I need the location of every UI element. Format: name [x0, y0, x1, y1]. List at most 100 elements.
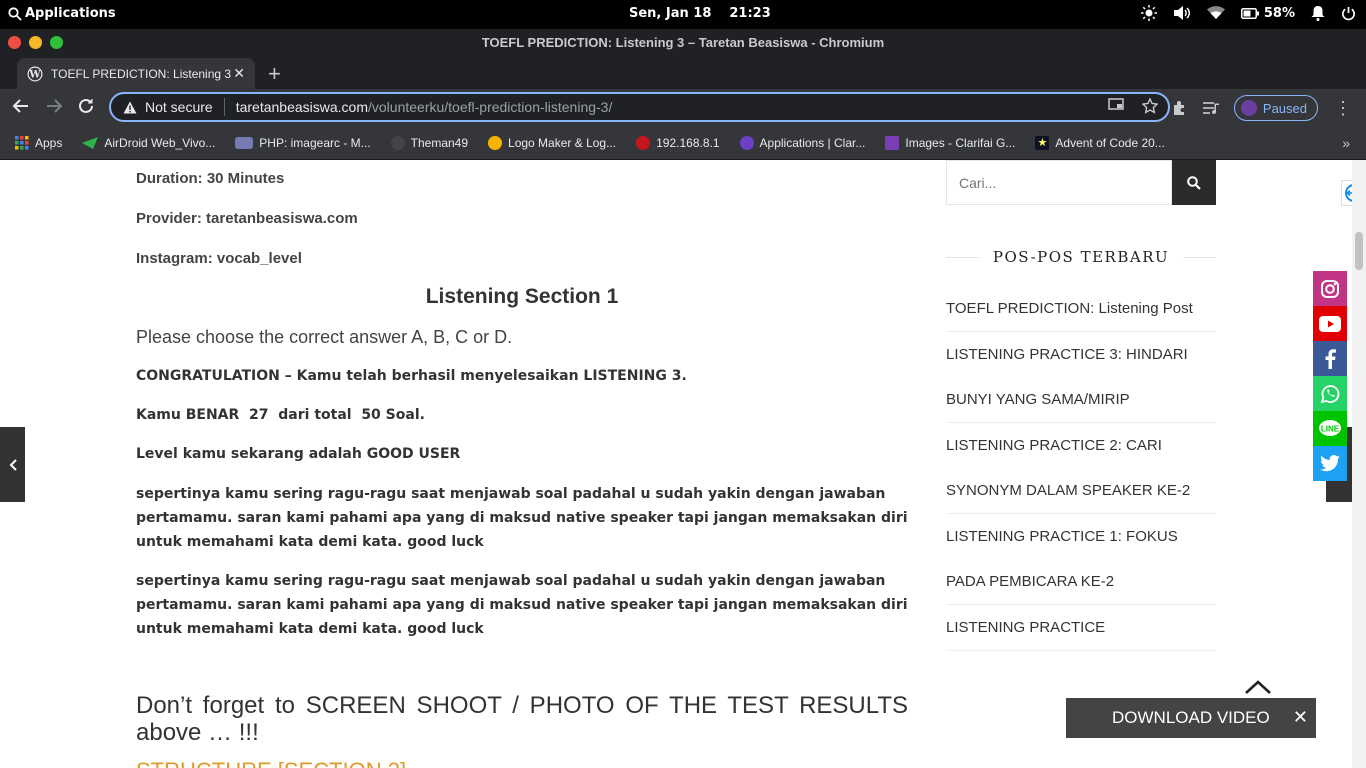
provider-text: Provider: taretanbeasiswa.com: [136, 210, 358, 227]
search-form: [946, 160, 1216, 205]
recent-post-link[interactable]: LISTENING PRACTICE: [946, 605, 1216, 651]
instagram-icon: [1321, 279, 1339, 298]
bookmarks-bar: Apps AirDroid Web_Vivo... PHP: imagearc …: [0, 127, 1366, 160]
congratulation-text: CONGRATULATION – Kamu telah berhasil men…: [136, 368, 687, 384]
whatsapp-share-button[interactable]: [1313, 376, 1347, 411]
bookmark-label: Advent of Code 20...: [1055, 136, 1165, 150]
extensions-puzzle-icon[interactable]: [1172, 100, 1188, 116]
bookmark-label: Logo Maker & Log...: [508, 136, 617, 150]
date-label: Sen, Jan 18: [629, 6, 712, 21]
time-label: 21:23: [729, 6, 771, 21]
previous-post-arrow[interactable]: [0, 427, 25, 502]
search-input[interactable]: [946, 160, 1172, 205]
avatar: [1240, 100, 1257, 116]
recent-post-link[interactable]: LISTENING PRACTICE 3: HINDARI BUNYI YANG…: [946, 332, 1216, 423]
search-icon: [1187, 175, 1201, 190]
line-icon-text: LINE: [1321, 424, 1340, 433]
bookmark-label: PHP: imagearc - M...: [259, 136, 371, 150]
instruction-text: Please choose the correct answer A, B, C…: [136, 327, 513, 347]
close-tab-icon[interactable]: ✕: [233, 65, 245, 82]
reload-button[interactable]: [77, 97, 95, 120]
facebook-icon: [1325, 348, 1336, 369]
new-tab-button[interactable]: +: [268, 61, 281, 87]
svg-text:W: W: [28, 69, 41, 80]
divider: [1183, 256, 1217, 258]
battery-icon: [1240, 7, 1259, 19]
bookmark-php[interactable]: PHP: imagearc - M...: [235, 136, 371, 150]
bookmark-clarifai-images[interactable]: Images - Clarifai G...: [885, 136, 1015, 150]
security-label[interactable]: Not secure: [145, 99, 213, 115]
reload-icon: [79, 98, 93, 113]
browser-menu-icon[interactable]: ⋮: [1334, 98, 1352, 119]
divider: [946, 256, 979, 258]
tab-strip: W TOEFL PREDICTION: Listening 3 ✕ +: [0, 57, 1366, 89]
instagram-share-button[interactable]: [1313, 271, 1347, 306]
bookmark-clarifai-apps[interactable]: Applications | Clar...: [739, 136, 865, 150]
tab-active[interactable]: W TOEFL PREDICTION: Listening 3 ✕: [17, 58, 255, 89]
download-video-bar[interactable]: DOWNLOAD VIDEO ✕: [1066, 698, 1316, 738]
line-share-button[interactable]: LINE: [1313, 411, 1347, 446]
notification-bell-icon: [1311, 6, 1325, 21]
facebook-share-button[interactable]: [1313, 341, 1347, 376]
forward-button[interactable]: [45, 97, 63, 120]
media-queue-icon[interactable]: [1202, 101, 1220, 115]
close-icon[interactable]: ✕: [1293, 707, 1308, 728]
bookmark-apps[interactable]: Apps: [15, 136, 62, 150]
search-button[interactable]: [1172, 160, 1216, 205]
bookmark-advent-of-code[interactable]: ★ Advent of Code 20...: [1035, 136, 1165, 150]
applications-label: Applications: [25, 6, 116, 21]
bookmark-github[interactable]: Theman49: [390, 136, 469, 150]
address-bar[interactable]: Not secure taretanbeasiswa.com/volunteer…: [109, 92, 1170, 122]
bookmark-star-icon[interactable]: [1142, 98, 1158, 114]
instagram-text: Instagram: vocab_level: [136, 250, 302, 267]
window-title: TOEFL PREDICTION: Listening 3 – Taretan …: [481, 35, 885, 50]
recent-posts-header: POS-POS TERBARU: [946, 248, 1217, 266]
airdroid-icon: [82, 137, 99, 149]
tab-title: TOEFL PREDICTION: Listening 3: [51, 66, 232, 81]
bookmark-router[interactable]: 192.168.8.1: [636, 136, 720, 150]
bookmark-label: Theman49: [410, 136, 469, 150]
star-icon: ★: [1035, 136, 1050, 150]
download-video-label: DOWNLOAD VIDEO: [1112, 708, 1270, 727]
recent-post-link[interactable]: TOEFL PREDICTION: Listening Post: [946, 286, 1216, 332]
recent-posts-list: TOEFL PREDICTION: Listening Post LISTENI…: [946, 286, 1216, 651]
scrollbar-thumb[interactable]: [1355, 232, 1363, 270]
next-section-link[interactable]: STRUCTURE [SECTION 2]: [136, 758, 406, 768]
feedback-paragraph-1: sepertinya kamu sering ragu-ragu saat me…: [136, 486, 908, 550]
system-tray[interactable]: 58%: [1140, 5, 1356, 21]
logo-maker-icon: [488, 136, 503, 150]
apps-grid-icon: [15, 136, 29, 150]
bookmark-label: Images - Clarifai G...: [905, 136, 1016, 150]
section-title: Listening Section 1: [425, 285, 619, 308]
bookmark-airdroid[interactable]: AirDroid Web_Vivo...: [82, 136, 215, 150]
title-bar[interactable]: TOEFL PREDICTION: Listening 3 – Taretan …: [0, 29, 1366, 57]
clarifai-images-icon: [885, 136, 900, 150]
more-bookmarks-icon[interactable]: »: [1342, 135, 1350, 151]
huawei-icon: [636, 136, 651, 150]
recent-posts-title: POS-POS TERBARU: [992, 248, 1170, 266]
twitter-share-button[interactable]: [1313, 446, 1347, 481]
search-icon: [8, 6, 22, 21]
youtube-icon: [1319, 315, 1341, 332]
forward-arrow-icon: [47, 99, 63, 113]
profile-button[interactable]: Paused: [1233, 95, 1318, 121]
whatsapp-icon: [1320, 384, 1340, 403]
warning-icon: [123, 101, 137, 113]
cast-icon[interactable]: [1108, 98, 1124, 112]
youtube-share-button[interactable]: [1313, 306, 1347, 341]
browser-window: TOEFL PREDICTION: Listening 3 – Taretan …: [0, 29, 1366, 160]
page-scrollbar[interactable]: [1352, 160, 1366, 768]
applications-menu[interactable]: Applications: [8, 6, 116, 21]
chevron-up-icon: [1245, 680, 1271, 694]
clarifai-icon: [739, 136, 754, 150]
php-icon: [235, 137, 254, 149]
wordpress-favicon-icon: W: [27, 66, 43, 81]
back-button[interactable]: [12, 97, 30, 120]
recent-post-link[interactable]: LISTENING PRACTICE 1: FOKUS PADA PEMBICA…: [946, 514, 1216, 605]
duration-text: Duration: 30 Minutes: [136, 170, 285, 187]
bookmark-logo-maker[interactable]: Logo Maker & Log...: [488, 136, 616, 150]
github-icon: [390, 136, 405, 150]
bookmark-label: Apps: [35, 136, 63, 150]
recent-post-link[interactable]: LISTENING PRACTICE 2: CARI SYNONYM DALAM…: [946, 423, 1216, 514]
clock[interactable]: Sen, Jan 18 21:23: [629, 6, 771, 21]
